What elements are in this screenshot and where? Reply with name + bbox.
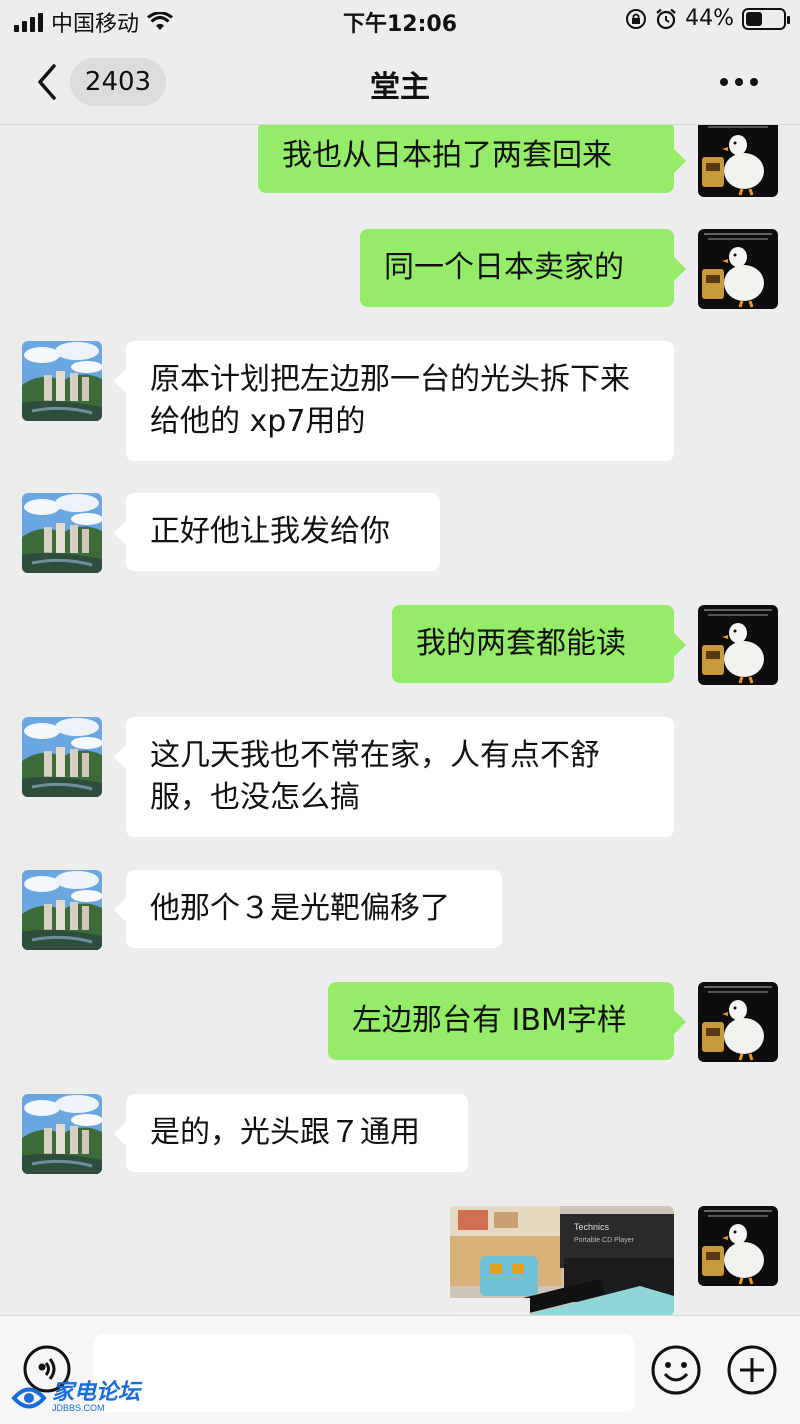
status-bar: 中国移动 下午12:06 44% [0,0,800,40]
more-dots-icon[interactable] [720,78,758,86]
battery-icon [742,7,790,30]
outgoing-message[interactable]: 我也从日本拍了两套回来 [258,125,686,193]
image-message[interactable]: Technics Portable CD Player [450,1206,674,1315]
site-watermark: 家电论坛 JDBBS.COM [10,1382,140,1413]
watermark-logo-icon [11,1387,47,1408]
contact-avatar[interactable] [22,1094,102,1174]
contact-avatar[interactable] [22,493,102,573]
incoming-message[interactable]: 他那个３是光靶偏移了 [114,870,502,948]
emoji-icon[interactable] [650,1344,702,1396]
chevron-left-icon[interactable] [32,62,62,102]
battery-percent: 44% [685,6,734,31]
photo-thumbnail: Technics Portable CD Player [450,1206,674,1315]
photo-brand-label: Technics [574,1222,610,1232]
message-input[interactable] [94,1334,634,1412]
photo-subtitle-label: Portable CD Player [574,1237,635,1244]
plus-circle-icon[interactable] [726,1344,778,1396]
incoming-message[interactable]: 这几天我也不常在家，人有点不舒服，也没怎么搞 [114,717,674,837]
self-avatar[interactable] [698,982,778,1062]
watermark-sub: JDBBS.COM [52,1403,105,1413]
alarm-icon [656,8,676,29]
outgoing-message[interactable]: 左边那台有 IBM字样 [328,982,686,1060]
chat-header: 2403 堂主 [0,40,800,125]
self-avatar[interactable] [698,229,778,309]
unread-count-badge[interactable]: 2403 [70,58,166,106]
outgoing-message[interactable]: 我的两套都能读 [392,605,686,683]
incoming-message[interactable]: 原本计划把左边那一台的光头拆下来给他的 xp7用的 [114,341,674,461]
message-list[interactable]: 我也从日本拍了两套回来 同一个日本卖家的 原本计划把左边那一台的光头拆下来给他的… [0,125,800,1315]
contact-avatar[interactable] [22,341,102,421]
self-avatar[interactable] [698,605,778,685]
contact-avatar[interactable] [22,870,102,950]
outgoing-message[interactable]: 同一个日本卖家的 [360,229,686,307]
self-avatar[interactable] [698,1206,778,1286]
contact-avatar[interactable] [22,717,102,797]
orientation-lock-icon [626,8,647,29]
incoming-message[interactable]: 是的，光头跟７通用 [114,1094,468,1172]
self-avatar[interactable] [698,125,778,197]
incoming-message[interactable]: 正好他让我发给你 [114,493,440,571]
watermark-text: 家电论坛 [52,1380,141,1405]
